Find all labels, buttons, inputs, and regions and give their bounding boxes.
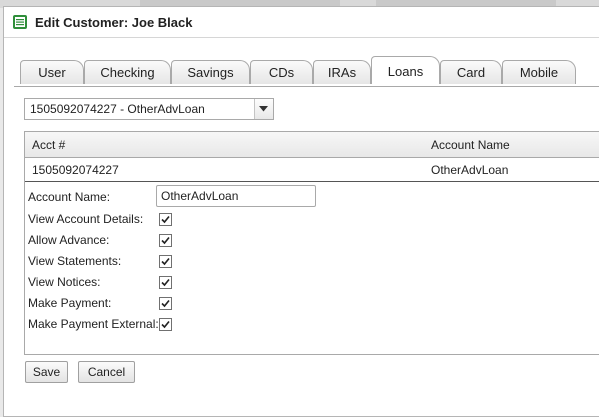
checkbox-view-notices[interactable]: [159, 276, 172, 289]
grid-header: Acct # Account Name: [25, 132, 599, 158]
tab-iras[interactable]: IRAs: [313, 60, 371, 84]
tab-card[interactable]: Card: [440, 60, 502, 84]
tab-user[interactable]: User: [20, 60, 84, 84]
checkmark-icon: [161, 236, 170, 245]
tab-mobile[interactable]: Mobile: [502, 60, 576, 84]
checkmark-icon: [161, 257, 170, 266]
tab-label: Checking: [100, 65, 155, 80]
column-header-acct[interactable]: Acct #: [32, 138, 65, 152]
account-select[interactable]: 1505092074227 - OtherAdvLoan: [24, 98, 274, 120]
option-label-view-account-details: View Account Details:: [28, 212, 144, 226]
checkmark-icon: [161, 278, 170, 287]
cell-account-name: OtherAdvLoan: [431, 163, 509, 177]
checkmark-icon: [161, 215, 170, 224]
option-label-view-statements: View Statements:: [28, 254, 122, 268]
option-label-make-payment: Make Payment:: [28, 296, 112, 310]
option-label-view-notices: View Notices:: [28, 275, 101, 289]
dialog-title: Edit Customer: Joe Black: [35, 15, 193, 30]
form-icon: [12, 14, 28, 30]
column-header-account-name[interactable]: Account Name: [431, 138, 510, 152]
tab-label: Card: [456, 65, 486, 80]
checkmark-icon: [161, 299, 170, 308]
edit-customer-dialog: Edit Customer: Joe Black User Checking S…: [3, 6, 599, 417]
checkbox-view-account-details[interactable]: [159, 213, 172, 226]
tab-label: Loans: [387, 64, 424, 79]
tab-loans[interactable]: Loans: [371, 56, 440, 84]
chevron-down-icon: [259, 106, 268, 112]
checkbox-view-statements[interactable]: [159, 255, 172, 268]
account-name-input[interactable]: [156, 185, 316, 207]
tab-panel-top-border: [14, 86, 599, 87]
dropdown-button[interactable]: [254, 99, 273, 119]
tab-label: Savings: [187, 65, 234, 80]
checkbox-make-payment[interactable]: [159, 297, 172, 310]
account-name-label: Account Name:: [28, 190, 111, 204]
tab-label: CDs: [268, 65, 295, 80]
tab-savings[interactable]: Savings: [171, 60, 250, 84]
checkmark-icon: [161, 320, 170, 329]
accounts-grid: Acct # Account Name 1505092074227 OtherA…: [24, 131, 599, 355]
option-label-make-payment-external: Make Payment External:: [28, 317, 159, 331]
table-row[interactable]: 1505092074227 OtherAdvLoan: [25, 158, 599, 182]
account-detail-form: Account Name: View Account Details: Allo…: [25, 183, 599, 353]
dialog-titlebar: Edit Customer: Joe Black: [4, 7, 599, 38]
tab-strip: User Checking Savings CDs IRAs Loans Car…: [20, 56, 599, 88]
tab-label: Mobile: [519, 65, 559, 80]
checkbox-make-payment-external[interactable]: [159, 318, 172, 331]
save-button[interactable]: Save: [25, 361, 68, 383]
option-label-allow-advance: Allow Advance:: [28, 233, 110, 247]
cell-acct-number: 1505092074227: [32, 163, 119, 177]
account-select-value: 1505092074227 - OtherAdvLoan: [30, 102, 205, 116]
cancel-button[interactable]: Cancel: [78, 361, 135, 383]
tab-checking[interactable]: Checking: [84, 60, 171, 84]
checkbox-allow-advance[interactable]: [159, 234, 172, 247]
tab-label: User: [38, 65, 66, 80]
tab-cds[interactable]: CDs: [250, 60, 313, 84]
tab-label: IRAs: [327, 65, 357, 80]
